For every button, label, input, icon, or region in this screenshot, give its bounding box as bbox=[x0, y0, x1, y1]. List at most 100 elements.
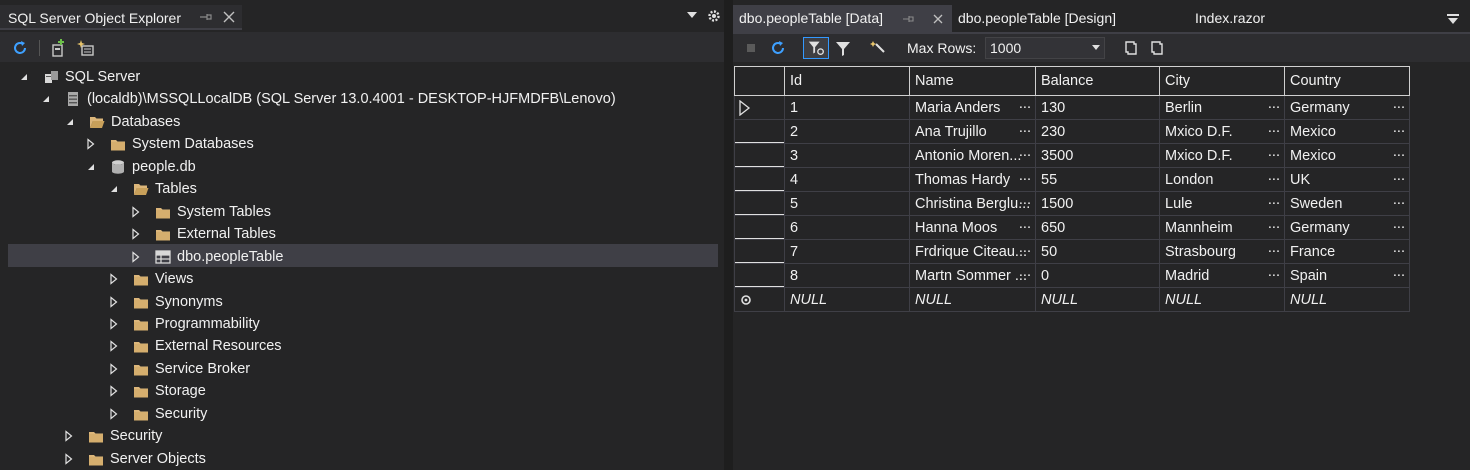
column-header-balance[interactable]: Balance bbox=[1035, 66, 1160, 96]
grid-cell-id[interactable]: 3 bbox=[784, 143, 910, 168]
expanded-arrow-icon[interactable] bbox=[85, 161, 97, 173]
tree-node-system-databases[interactable]: System Databases bbox=[0, 133, 724, 155]
grid-cell-city[interactable]: Lule... bbox=[1159, 191, 1285, 216]
tree-node-system-tables[interactable]: System Tables bbox=[0, 201, 724, 223]
table-row[interactable]: 8 Martn Sommer ...... 0 Madrid... Spain... bbox=[734, 263, 1410, 288]
script-export-icon[interactable] bbox=[1121, 38, 1141, 58]
pin-icon[interactable] bbox=[903, 13, 915, 25]
grid-cell-id[interactable]: 1 bbox=[784, 95, 910, 120]
gear-icon[interactable] bbox=[706, 8, 722, 24]
tree-node-localdb[interactable]: (localdb)\MSSQLLocalDB (SQL Server 13.0.… bbox=[0, 88, 724, 110]
tree-node-external-resources[interactable]: External Resources bbox=[0, 335, 724, 357]
grid-corner-header[interactable] bbox=[734, 66, 785, 96]
max-rows-select[interactable]: 1000 bbox=[985, 37, 1105, 59]
table-row[interactable]: 1 Maria Anders... 130 Berlin... Germany... bbox=[734, 95, 1410, 120]
chevron-down-icon[interactable] bbox=[686, 9, 698, 21]
pane-splitter[interactable] bbox=[724, 0, 733, 470]
refresh-icon[interactable] bbox=[10, 38, 30, 58]
collapsed-arrow-icon[interactable] bbox=[130, 206, 142, 218]
grid-cell-null[interactable]: NULL bbox=[1159, 287, 1285, 312]
collapsed-arrow-icon[interactable] bbox=[108, 408, 120, 420]
grid-cell-balance[interactable]: 130 bbox=[1035, 95, 1160, 120]
collapsed-arrow-icon[interactable] bbox=[130, 228, 142, 240]
grid-cell-city[interactable]: Strasbourg... bbox=[1159, 239, 1285, 264]
grid-cell-country[interactable]: Germany... bbox=[1284, 215, 1410, 240]
grid-cell-name[interactable]: Maria Anders... bbox=[909, 95, 1036, 120]
script-icon[interactable] bbox=[869, 38, 889, 58]
row-header[interactable] bbox=[734, 95, 785, 120]
grid-cell-country[interactable]: Mexico... bbox=[1284, 143, 1410, 168]
tab-list-dropdown-icon[interactable] bbox=[1446, 12, 1460, 26]
grid-cell-city[interactable]: Madrid... bbox=[1159, 263, 1285, 288]
stop-icon[interactable] bbox=[741, 38, 761, 58]
collapsed-arrow-icon[interactable] bbox=[108, 385, 120, 397]
tab-peopletable-data[interactable]: dbo.peopleTable [Data] bbox=[733, 5, 952, 32]
grid-cell-name[interactable]: Ana Trujillo... bbox=[909, 119, 1036, 144]
tree-node-server-objects[interactable]: Server Objects bbox=[0, 448, 724, 470]
grid-cell-country[interactable]: Germany... bbox=[1284, 95, 1410, 120]
grid-cell-balance[interactable]: 230 bbox=[1035, 119, 1160, 144]
filter-settings-icon[interactable] bbox=[803, 37, 829, 59]
object-explorer-title-tab[interactable]: SQL Server Object Explorer bbox=[0, 5, 242, 30]
collapsed-arrow-icon[interactable] bbox=[108, 363, 120, 375]
grid-cell-city[interactable]: Mxico D.F.... bbox=[1159, 119, 1285, 144]
row-header[interactable] bbox=[734, 239, 785, 264]
tab-peopletable-design[interactable]: dbo.peopleTable [Design] bbox=[952, 5, 1152, 32]
column-header-country[interactable]: Country bbox=[1284, 66, 1410, 96]
expanded-arrow-icon[interactable] bbox=[40, 93, 52, 105]
expanded-arrow-icon[interactable] bbox=[18, 71, 30, 83]
close-icon[interactable] bbox=[222, 10, 236, 24]
expanded-arrow-icon[interactable] bbox=[64, 116, 76, 128]
grid-cell-balance[interactable]: 0 bbox=[1035, 263, 1160, 288]
grid-cell-city[interactable]: Berlin... bbox=[1159, 95, 1285, 120]
tree-node-views[interactable]: Views bbox=[0, 268, 724, 290]
collapsed-arrow-icon[interactable] bbox=[108, 340, 120, 352]
grid-cell-id[interactable]: 5 bbox=[784, 191, 910, 216]
collapsed-arrow-icon[interactable] bbox=[130, 251, 142, 263]
grid-cell-country[interactable]: UK... bbox=[1284, 167, 1410, 192]
grid-cell-id[interactable]: 7 bbox=[784, 239, 910, 264]
table-row[interactable]: 7 Frdrique Citeau...... 50 Strasbourg... Fra… bbox=[734, 239, 1410, 264]
table-row[interactable]: 6 Hanna Moos... 650 Mannheim... Germany... bbox=[734, 215, 1410, 240]
collapsed-arrow-icon[interactable] bbox=[108, 296, 120, 308]
grid-cell-country[interactable]: France... bbox=[1284, 239, 1410, 264]
tree-node-synonyms[interactable]: Synonyms bbox=[0, 291, 724, 313]
grid-cell-country[interactable]: Spain... bbox=[1284, 263, 1410, 288]
grid-cell-name[interactable]: Thomas Hardy... bbox=[909, 167, 1036, 192]
grid-cell-null[interactable]: NULL bbox=[909, 287, 1036, 312]
grid-cell-country[interactable]: Mexico... bbox=[1284, 119, 1410, 144]
table-row[interactable]: 4 Thomas Hardy... 55 London... UK... bbox=[734, 167, 1410, 192]
tree-node-service-broker[interactable]: Service Broker bbox=[0, 358, 724, 380]
table-row[interactable]: 3 Antonio Moren...... 3500 Mxico D.F.... Mex… bbox=[734, 143, 1410, 168]
close-icon[interactable] bbox=[932, 13, 944, 25]
grid-cell-city[interactable]: London... bbox=[1159, 167, 1285, 192]
tab-index-razor[interactable]: Index.razor bbox=[1189, 5, 1309, 32]
grid-cell-city[interactable]: Mannheim... bbox=[1159, 215, 1285, 240]
grid-cell-country[interactable]: Sweden... bbox=[1284, 191, 1410, 216]
pin-icon[interactable] bbox=[199, 10, 213, 24]
row-header[interactable] bbox=[734, 143, 785, 168]
refresh-icon[interactable] bbox=[768, 38, 788, 58]
new-row[interactable]: NULL NULL NULL NULL NULL bbox=[734, 287, 1410, 312]
tree-node-databases[interactable]: Databases bbox=[0, 111, 724, 133]
grid-cell-id[interactable]: 4 bbox=[784, 167, 910, 192]
grid-cell-name[interactable]: Christina Berglu...... bbox=[909, 191, 1036, 216]
tree-node-people-db[interactable]: people.db bbox=[0, 156, 724, 178]
row-header[interactable] bbox=[734, 191, 785, 216]
filter-icon[interactable] bbox=[833, 38, 853, 58]
script-file-icon[interactable] bbox=[1147, 38, 1167, 58]
grid-cell-balance[interactable]: 650 bbox=[1035, 215, 1160, 240]
grid-cell-id[interactable]: 6 bbox=[784, 215, 910, 240]
row-header[interactable] bbox=[734, 119, 785, 144]
collapsed-arrow-icon[interactable] bbox=[108, 273, 120, 285]
grid-cell-null[interactable]: NULL bbox=[1035, 287, 1160, 312]
grid-cell-name[interactable]: Martn Sommer ...... bbox=[909, 263, 1036, 288]
tree-node-external-tables[interactable]: External Tables bbox=[0, 223, 724, 245]
new-query-icon[interactable] bbox=[76, 38, 96, 58]
expanded-arrow-icon[interactable] bbox=[108, 183, 120, 195]
grid-cell-balance[interactable]: 55 bbox=[1035, 167, 1160, 192]
tree-node-storage[interactable]: Storage bbox=[0, 380, 724, 402]
grid-cell-balance[interactable]: 3500 bbox=[1035, 143, 1160, 168]
grid-cell-balance[interactable]: 1500 bbox=[1035, 191, 1160, 216]
grid-cell-id[interactable]: 8 bbox=[784, 263, 910, 288]
